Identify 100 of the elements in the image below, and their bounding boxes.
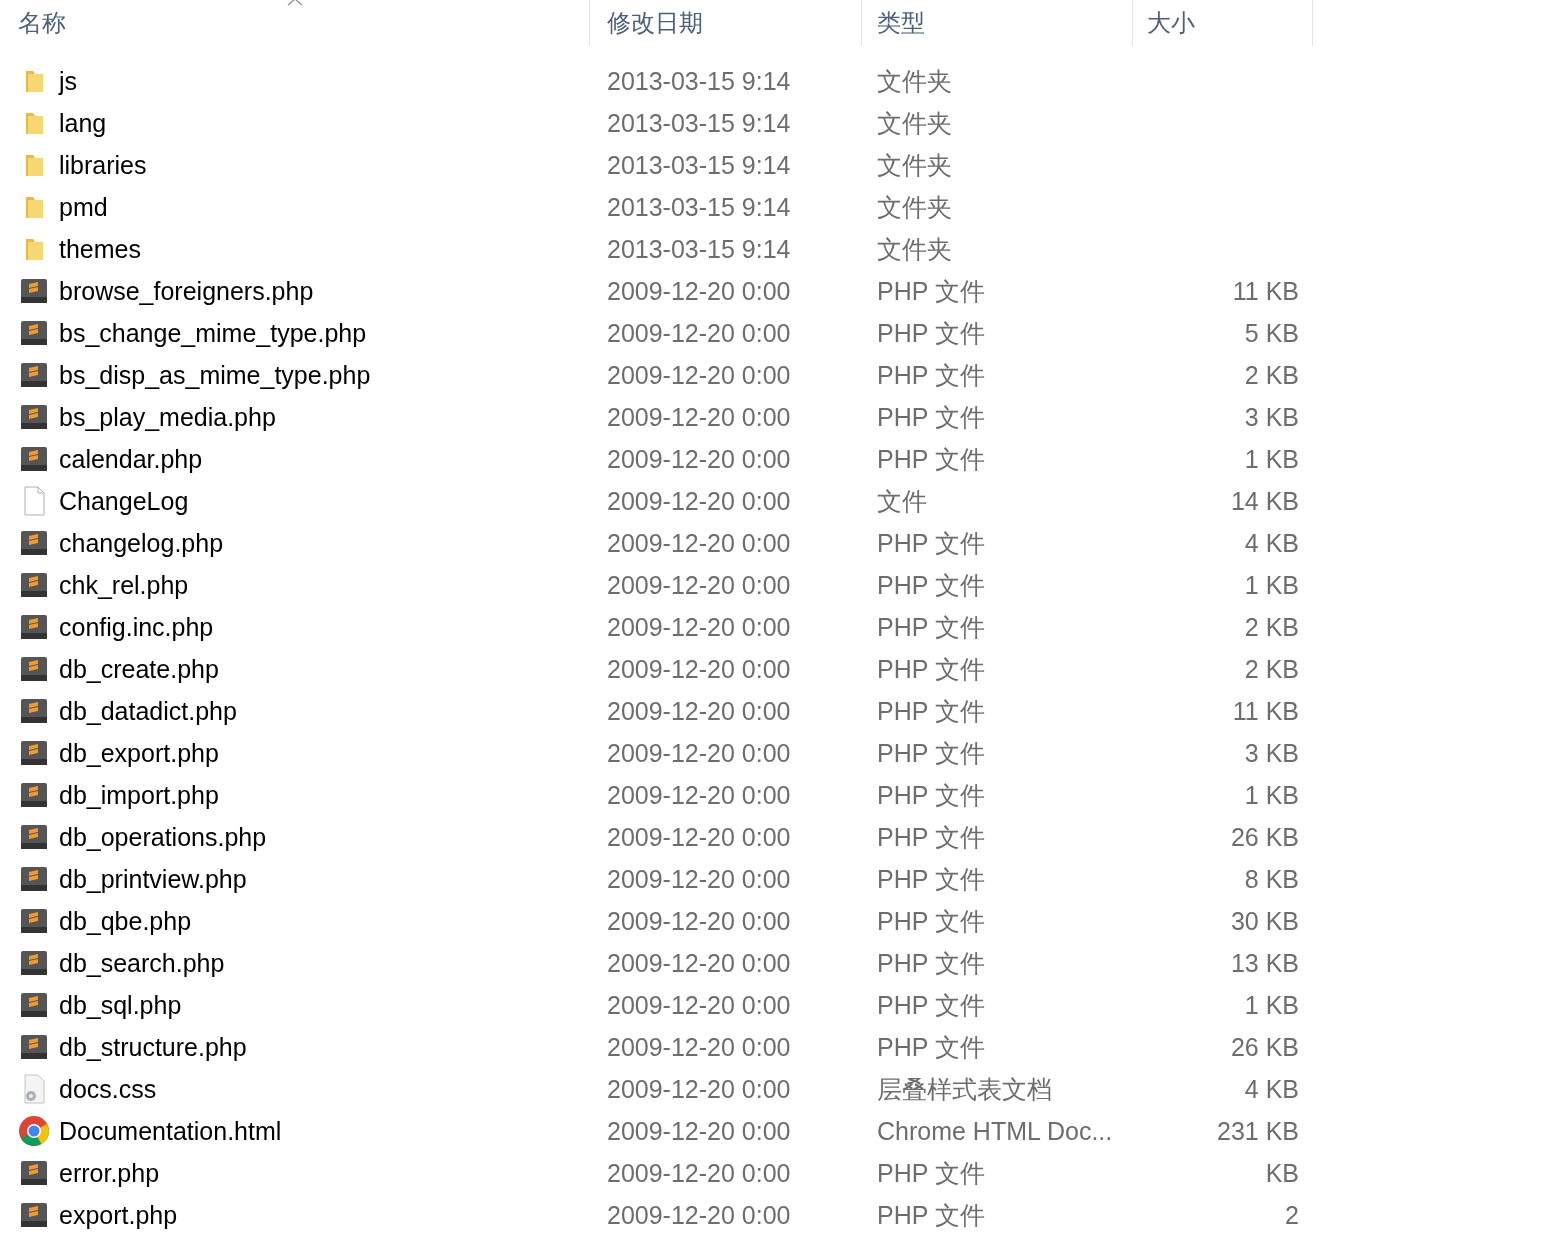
modified-date: 2009-12-20 0:00 <box>607 1116 791 1145</box>
file-name[interactable]: db_search.php <box>59 948 225 978</box>
column-header[interactable]: 大小 <box>1147 7 1195 39</box>
sublime-file-icon <box>18 1201 50 1229</box>
modified-date: 2013-03-15 9:14 <box>607 108 791 137</box>
sublime-file-icon <box>18 277 50 305</box>
sublime-file-icon <box>18 1159 50 1187</box>
file-size: 14 KB <box>1230 486 1299 515</box>
file-size: 5 KB <box>1244 318 1299 347</box>
file-size: 8 KB <box>1244 864 1299 893</box>
sublime-file-icon <box>18 319 50 347</box>
file-name[interactable]: changelog.php <box>59 528 224 558</box>
file-name[interactable]: themes <box>59 234 141 264</box>
modified-date: 2009-12-20 0:00 <box>607 696 791 725</box>
sublime-file-icon <box>18 865 50 893</box>
modified-date: 2013-03-15 9:14 <box>607 192 791 221</box>
file-type: PHP 文件 <box>877 570 985 599</box>
file-size: 11 KB <box>1232 276 1299 305</box>
file-name[interactable]: Documentation.html <box>59 1116 282 1146</box>
file-type: PHP 文件 <box>877 1200 985 1229</box>
sublime-file-icon <box>18 1033 50 1061</box>
file-name[interactable]: pmd <box>59 192 108 222</box>
file-name[interactable]: db_qbe.php <box>59 906 192 936</box>
sublime-file-icon <box>18 403 50 431</box>
file-type: 文件夹 <box>877 192 952 221</box>
sublime-file-icon <box>18 445 50 473</box>
file-name[interactable]: libraries <box>59 150 147 180</box>
file-name[interactable]: db_import.php <box>59 780 219 810</box>
modified-date: 2009-12-20 0:00 <box>607 570 791 599</box>
modified-date: 2009-12-20 0:00 <box>607 990 791 1019</box>
file-name[interactable]: lang <box>59 108 107 138</box>
file-type: PHP 文件 <box>877 528 985 557</box>
modified-date: 2009-12-20 0:00 <box>607 654 791 683</box>
file-name[interactable]: browse_foreigners.php <box>59 276 314 306</box>
file-type: PHP 文件 <box>877 444 985 473</box>
modified-date: 2009-12-20 0:00 <box>607 738 791 767</box>
file-name[interactable]: chk_rel.php <box>59 570 189 600</box>
file-name[interactable]: calendar.php <box>59 444 203 474</box>
column-header[interactable]: 名称 <box>18 7 66 39</box>
modified-date: 2009-12-20 0:00 <box>607 906 791 935</box>
file-size: 1 KB <box>1244 444 1299 473</box>
file-size: 30 KB <box>1230 906 1299 935</box>
sublime-file-icon <box>18 781 50 809</box>
modified-date: 2009-12-20 0:00 <box>607 528 791 557</box>
file-type: 文件夹 <box>877 108 952 137</box>
modified-date: 2009-12-20 0:00 <box>607 780 791 809</box>
modified-date: 2013-03-15 9:14 <box>607 150 791 179</box>
file-size: 13 KB <box>1230 948 1299 977</box>
sublime-file-icon <box>18 697 50 725</box>
file-name[interactable]: db_export.php <box>59 738 219 768</box>
file-type: 文件夹 <box>877 150 952 179</box>
chrome-icon <box>18 1115 50 1147</box>
file-type: PHP 文件 <box>877 276 985 305</box>
modified-date: 2009-12-20 0:00 <box>607 1032 791 1061</box>
file-name[interactable]: bs_play_media.php <box>59 402 276 432</box>
file-type: PHP 文件 <box>877 738 985 767</box>
file-name[interactable]: db_create.php <box>59 654 219 684</box>
file-type: PHP 文件 <box>877 1158 985 1187</box>
column-header[interactable]: 修改日期 <box>607 7 703 39</box>
modified-date: 2009-12-20 0:00 <box>607 822 791 851</box>
file-type: 文件夹 <box>877 66 952 95</box>
file-size: 1 KB <box>1244 990 1299 1019</box>
file-name[interactable]: bs_change_mime_type.php <box>59 318 367 348</box>
file-name[interactable]: export.php <box>59 1200 178 1230</box>
file-type: PHP 文件 <box>877 318 985 347</box>
file-type: PHP 文件 <box>877 906 985 935</box>
file-name[interactable]: db_sql.php <box>59 990 182 1020</box>
file-size: 3 KB <box>1244 402 1299 431</box>
file-name[interactable]: bs_disp_as_mime_type.php <box>59 360 371 390</box>
file-size: 11 KB <box>1232 696 1299 725</box>
modified-date: 2009-12-20 0:00 <box>607 486 791 515</box>
file-name[interactable]: js <box>59 66 78 96</box>
file-name[interactable]: db_operations.php <box>59 822 267 852</box>
file-name[interactable]: db_printview.php <box>59 864 247 894</box>
file-type: PHP 文件 <box>877 948 985 977</box>
file-name[interactable]: docs.css <box>59 1074 157 1104</box>
sublime-file-icon <box>18 823 50 851</box>
modified-date: 2009-12-20 0:00 <box>607 1074 791 1103</box>
file-type: PHP 文件 <box>877 822 985 851</box>
column-header[interactable]: 类型 <box>877 7 925 39</box>
modified-date: 2009-12-20 0:00 <box>607 318 791 347</box>
file-type: 层叠样式表文档 <box>877 1074 1052 1103</box>
sublime-file-icon <box>18 361 50 389</box>
file-name[interactable]: db_datadict.php <box>59 696 237 726</box>
sublime-file-icon <box>18 529 50 557</box>
file-size: 26 KB <box>1230 1032 1299 1061</box>
modified-date: 2009-12-20 0:00 <box>607 444 791 473</box>
file-type: PHP 文件 <box>877 612 985 641</box>
file-size: 2 KB <box>1244 654 1299 683</box>
modified-date: 2013-03-15 9:14 <box>607 234 791 263</box>
sublime-file-icon <box>18 949 50 977</box>
sublime-file-icon <box>18 655 50 683</box>
file-name[interactable]: db_structure.php <box>59 1032 247 1062</box>
file-name[interactable]: ChangeLog <box>59 486 189 516</box>
modified-date: 2009-12-20 0:00 <box>607 402 791 431</box>
file-name[interactable]: error.php <box>59 1158 160 1188</box>
file-size: 3 KB <box>1244 738 1299 767</box>
sublime-file-icon <box>18 907 50 935</box>
file-name[interactable]: config.inc.php <box>59 612 214 642</box>
modified-date: 2009-12-20 0:00 <box>607 948 791 977</box>
